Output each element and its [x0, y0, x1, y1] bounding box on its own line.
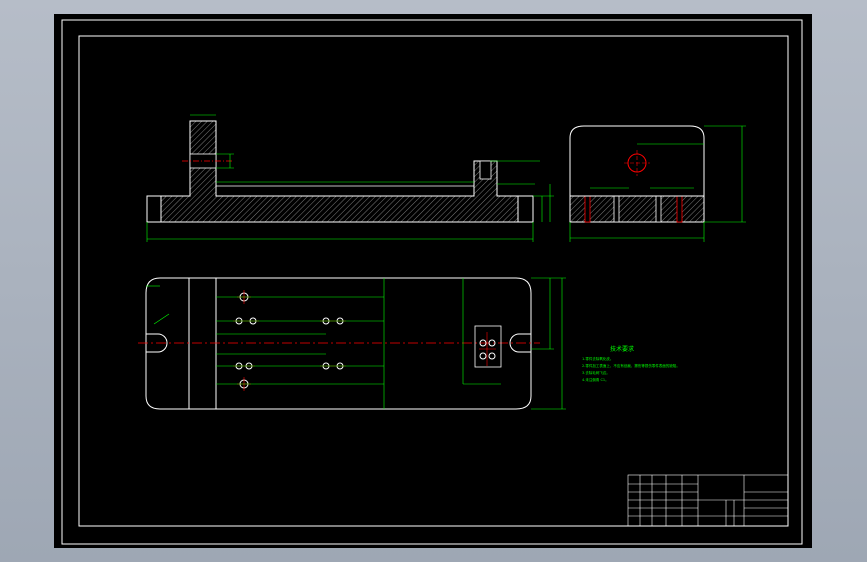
tech-req-line-4: 4.未注倒角 C1。 [582, 377, 609, 382]
tech-req-heading: 技术要求 [610, 345, 634, 353]
inner-frame [78, 35, 789, 527]
front-section-view [146, 114, 554, 242]
cad-drawing-viewport: 技术要求 1.零件去除氧化皮。 2.零件加工表面上，不应有划痕、擦伤等损伤零件表… [54, 14, 812, 548]
tech-req-line-1: 1.零件去除氧化皮。 [582, 356, 613, 361]
tech-req-line-2: 2.零件加工表面上，不应有划痕、擦伤等损伤零件表面的缺陷。 [582, 363, 680, 368]
top-view [138, 277, 566, 410]
side-section-view [569, 125, 746, 242]
title-block [627, 474, 789, 527]
tech-req-line-3: 3.去除毛刺飞边。 [582, 370, 610, 375]
cad-drawing: 技术要求 1.零件去除氧化皮。 2.零件加工表面上，不应有划痕、擦伤等损伤零件表… [61, 19, 803, 545]
technical-requirements: 技术要求 1.零件去除氧化皮。 2.零件加工表面上，不应有划痕、擦伤等损伤零件表… [582, 345, 680, 382]
outer-frame [61, 19, 803, 545]
